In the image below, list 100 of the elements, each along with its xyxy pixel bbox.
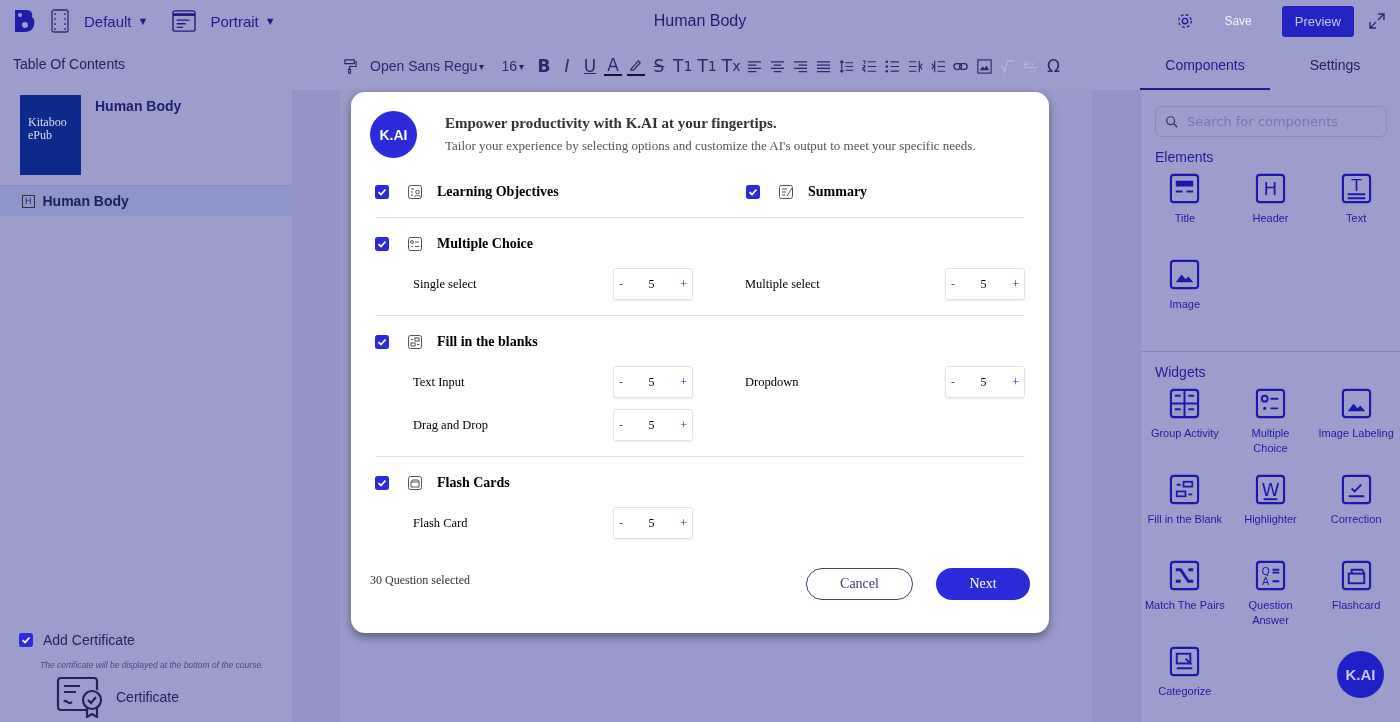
checkbox[interactable] <box>375 237 389 251</box>
next-button[interactable]: Next <box>936 568 1030 600</box>
expand-icon[interactable] <box>1368 12 1386 30</box>
number-stepper[interactable]: - 5 + <box>945 366 1025 398</box>
format-button[interactable]: U <box>581 57 599 75</box>
format-button[interactable]: Ω <box>1044 57 1063 75</box>
component-item[interactable]: Multiple Choice <box>1227 388 1314 464</box>
component-item[interactable]: H Header <box>1227 173 1314 249</box>
checkbox[interactable] <box>746 185 760 199</box>
book-cover: Kitaboo ePub <box>20 95 81 175</box>
settings-icon[interactable] <box>1176 12 1195 30</box>
stepper-value: 5 <box>648 374 655 390</box>
format-button[interactable]: S <box>650 57 668 75</box>
logo-icon[interactable] <box>14 9 36 33</box>
increment-button[interactable]: + <box>680 276 687 292</box>
component-item[interactable]: Match The Pairs <box>1142 560 1228 636</box>
panel-tab[interactable]: Components <box>1140 42 1270 90</box>
document-title: Human Body <box>653 12 747 30</box>
image-button[interactable] <box>975 57 994 75</box>
component-item[interactable]: W Highlighter <box>1227 474 1314 550</box>
sqrt-icon <box>999 57 1017 75</box>
component-item[interactable]: Correction <box>1313 474 1399 550</box>
book-title: Human Body <box>95 97 182 116</box>
format-button[interactable]: B <box>535 57 553 75</box>
preview-button[interactable]: Preview <box>1281 5 1354 37</box>
film-strip-icon <box>50 9 70 33</box>
checkbox[interactable] <box>375 185 389 199</box>
text-icon: T <box>1340 173 1372 204</box>
component-item[interactable]: Title <box>1142 173 1228 249</box>
group-title: Summary <box>808 184 868 200</box>
correction-icon <box>1340 474 1372 505</box>
option-label: Flash Card <box>413 515 468 531</box>
format-button[interactable]: I <box>558 57 576 75</box>
ai-button[interactable]: K.AI <box>1337 651 1384 698</box>
group-title: Multiple Choice <box>437 236 534 252</box>
increment-button[interactable]: + <box>680 515 687 531</box>
selection-count: 30 Question selected <box>370 573 470 588</box>
font-size-dropdown[interactable]: 16▾ <box>501 58 524 74</box>
image-icon <box>1169 259 1201 290</box>
ordered-list-icon <box>861 57 879 75</box>
ai-logo: K.AI <box>370 111 417 158</box>
image-icon <box>976 57 994 75</box>
section-title: Widgets <box>1155 364 1207 380</box>
theme-dropdown[interactable]: Default ▼ <box>84 12 149 30</box>
dialog-subheading: Tailor your experience by selecting options and customize the AI's output to meet your specific needs. <box>445 138 976 154</box>
number-stepper[interactable]: - 5 + <box>613 409 693 441</box>
toc-label: Human Body <box>42 193 129 209</box>
component-item[interactable]: Categorize <box>1142 646 1228 722</box>
line-height-icon <box>838 57 856 75</box>
group-title: Fill in the blanks <box>437 334 538 350</box>
number-stepper[interactable]: - 5 + <box>613 507 693 539</box>
stepper-value: 5 <box>980 276 987 292</box>
format-button[interactable]: A <box>604 56 622 76</box>
line-height-button[interactable] <box>837 57 856 75</box>
panel-title: Table Of Contents <box>12 55 127 72</box>
increment-button[interactable]: + <box>1012 374 1019 390</box>
increment-button[interactable]: + <box>1012 276 1019 292</box>
search-icon <box>1165 115 1179 129</box>
component-item[interactable]: Image <box>1142 259 1228 335</box>
stepper-value: 5 <box>980 374 987 390</box>
match-icon <box>1169 560 1201 591</box>
checkbox[interactable] <box>19 633 33 647</box>
checkbox[interactable] <box>375 335 389 349</box>
option-label: Drag and Drop <box>413 417 488 433</box>
option-label: Multiple select <box>745 276 820 292</box>
component-item[interactable]: Q A Question Answer <box>1227 560 1314 636</box>
number-stepper[interactable]: - 5 + <box>613 268 693 300</box>
increment-button[interactable]: + <box>680 374 687 390</box>
checkbox[interactable] <box>375 476 389 490</box>
orientation-dropdown[interactable]: Portrait ▼ <box>210 12 276 30</box>
certificate-icon[interactable] <box>56 676 104 718</box>
highlighter-icon: W <box>1255 474 1286 505</box>
header-icon: H <box>22 194 35 208</box>
stepper-value: 5 <box>648 417 655 433</box>
number-stepper[interactable]: - 5 + <box>945 268 1025 300</box>
layout-icon <box>172 10 197 32</box>
ordered-list-button[interactable] <box>860 57 879 75</box>
image-label-icon <box>1340 388 1372 419</box>
option-label: Dropdown <box>745 374 799 390</box>
group-title: Flash Cards <box>437 475 510 491</box>
option-label: Text Input <box>413 374 465 390</box>
summary-icon <box>778 184 794 200</box>
toc-item[interactable]: H Human Body <box>0 186 292 216</box>
title-icon <box>1169 173 1201 204</box>
panel-tab[interactable]: Settings <box>1270 42 1400 90</box>
hint-text: The certificate will be displayed at the bottom of the course. <box>39 659 265 672</box>
group-icon <box>1169 388 1201 419</box>
component-item[interactable]: Group Activity <box>1142 388 1228 464</box>
header-icon: H <box>1255 173 1286 204</box>
component-item[interactable]: Image Labeling <box>1313 388 1399 464</box>
font-dropdown[interactable]: Open Sans Regu▾ <box>370 58 485 74</box>
increment-button[interactable]: + <box>680 417 687 433</box>
number-stepper[interactable]: - 5 + <box>613 366 693 398</box>
component-item[interactable]: Fill in the Blank <box>1142 474 1228 550</box>
stepper-value: 5 <box>648 276 655 292</box>
categorize-icon <box>1169 646 1201 677</box>
group-title: Learning Objectives <box>437 184 559 200</box>
paint-roller-icon[interactable] <box>342 57 359 75</box>
component-item[interactable]: T Text <box>1313 173 1399 249</box>
component-item[interactable]: Flashcard <box>1313 560 1399 636</box>
